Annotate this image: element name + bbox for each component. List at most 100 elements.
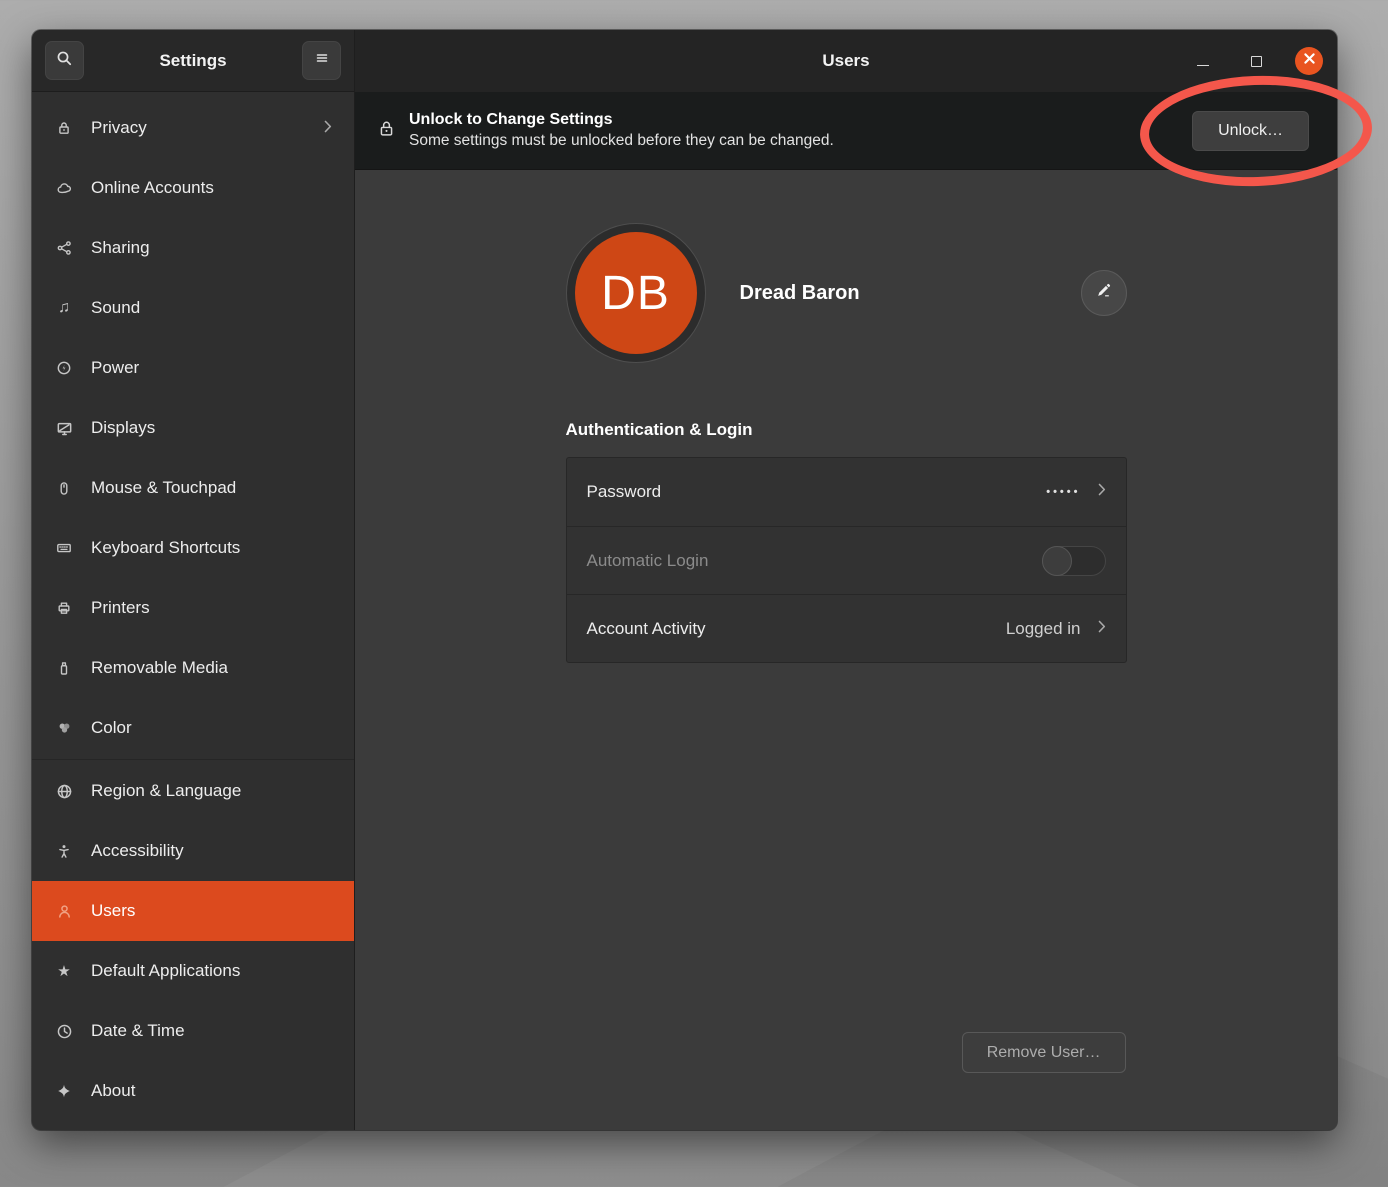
account-activity-value: Logged in [1006,619,1081,639]
sidebar-item-printers[interactable]: Printers [32,578,354,638]
sidebar-item-removable-media[interactable]: Removable Media [32,638,354,698]
pencil-icon [1095,282,1112,304]
sidebar-item-color[interactable]: Color [32,698,354,758]
sidebar-item-label: Color [91,718,132,738]
avatar: DB [566,223,706,363]
sidebar-item-date-time[interactable]: Date & Time [32,1001,354,1061]
unlock-banner: Unlock to Change Settings Some settings … [355,92,1337,170]
unlock-button[interactable]: Unlock… [1192,111,1309,151]
keyboard-icon [54,540,74,556]
sidebar-item-label: Printers [91,598,150,618]
sidebar-item-label: Removable Media [91,658,228,678]
search-icon [56,50,73,72]
sidebar-item-online-accounts[interactable]: Online Accounts [32,158,354,218]
automatic-login-label: Automatic Login [587,551,709,571]
menu-button[interactable] [302,41,341,80]
sidebar-item-privacy[interactable]: Privacy [32,98,354,158]
edit-name-button[interactable] [1081,270,1127,316]
automatic-login-row: Automatic Login [567,526,1126,594]
power-icon [54,360,74,376]
mouse-icon [54,480,74,497]
usb-drive-icon [54,660,74,677]
titlebar: Users [355,30,1337,92]
accessibility-icon [54,843,74,860]
sidebar-item-sharing[interactable]: Sharing [32,218,354,278]
cloud-icon [54,180,74,196]
sparkle-icon [54,1083,74,1099]
sidebar-item-users[interactable]: Users [32,881,354,941]
main-panel: Users Unlock to Change Setti [355,30,1337,1130]
account-activity-right: Logged in [1006,619,1106,639]
sidebar-separator [32,759,354,760]
remove-user-button[interactable]: Remove User… [962,1032,1126,1073]
hamburger-icon [314,50,330,71]
sidebar-item-region-language[interactable]: Region & Language [32,761,354,821]
sidebar-item-label: Mouse & Touchpad [91,478,236,498]
sidebar-item-power[interactable]: Power [32,338,354,398]
sidebar: Settings Privacy [32,30,355,1130]
sidebar-item-label: Power [91,358,139,378]
search-button[interactable] [45,41,84,80]
banner-text: Unlock to Change Settings Some settings … [409,109,834,152]
account-activity-row[interactable]: Account Activity Logged in [567,594,1126,662]
maximize-icon [1251,56,1262,67]
music-note-icon: ♫ [54,300,74,316]
chevron-right-icon [1098,620,1106,638]
sidebar-list: Privacy Online Accounts [32,92,354,1130]
chevron-right-icon [324,118,332,138]
minimize-icon [1197,65,1209,66]
users-content: DB Dread Baron Authentication & Login [355,170,1337,1130]
sidebar-header: Settings [32,30,354,92]
chevron-right-icon [1098,483,1106,501]
sidebar-item-label: Sharing [91,238,150,258]
sidebar-item-label: About [91,1081,135,1101]
automatic-login-toggle[interactable] [1042,546,1106,576]
content-column: DB Dread Baron Authentication & Login [566,170,1127,1130]
share-icon [54,240,74,256]
avatar-initials: DB [575,232,697,354]
lock-icon [54,120,74,136]
users-icon [54,903,74,920]
auth-card: Password ••••• Automatic Login [566,457,1127,663]
display-icon [54,420,74,437]
sidebar-item-label: Keyboard Shortcuts [91,538,240,558]
globe-icon [54,783,74,800]
toggle-knob [1042,546,1072,576]
sidebar-item-label: Date & Time [91,1021,185,1041]
sidebar-item-displays[interactable]: Displays [32,398,354,458]
sidebar-item-label: Accessibility [91,841,184,861]
clock-icon [54,1023,74,1040]
account-activity-label: Account Activity [587,619,706,639]
password-right: ••••• [1046,483,1105,501]
sidebar-item-accessibility[interactable]: Accessibility [32,821,354,881]
settings-window: Settings Privacy [32,30,1337,1130]
auth-section-heading: Authentication & Login [566,420,1127,440]
sidebar-item-label: Sound [91,298,140,318]
sidebar-item-label: Online Accounts [91,178,214,198]
banner-subtitle: Some settings must be unlocked before th… [409,131,834,152]
sidebar-item-label: Region & Language [91,781,241,801]
automatic-login-right [1042,546,1106,576]
sidebar-item-label: Displays [91,418,155,438]
minimize-button[interactable] [1189,47,1217,75]
profile-row: DB Dread Baron [566,170,1127,363]
lock-icon [377,119,396,143]
close-icon [1303,52,1316,70]
close-button[interactable] [1295,47,1323,75]
sidebar-item-keyboard-shortcuts[interactable]: Keyboard Shortcuts [32,518,354,578]
color-circles-icon [54,720,74,736]
banner-title: Unlock to Change Settings [409,109,834,131]
user-full-name: Dread Baron [740,282,860,305]
sidebar-item-default-applications[interactable]: ★ Default Applications [32,941,354,1001]
maximize-button[interactable] [1242,47,1270,75]
sidebar-item-label: Default Applications [91,961,240,981]
sidebar-item-label: Privacy [91,118,147,138]
sidebar-item-sound[interactable]: ♫ Sound [32,278,354,338]
password-dots: ••••• [1046,486,1080,498]
password-label: Password [587,482,662,502]
password-row[interactable]: Password ••••• [567,458,1126,526]
printer-icon [54,600,74,616]
star-icon: ★ [54,964,74,979]
sidebar-item-mouse-touchpad[interactable]: Mouse & Touchpad [32,458,354,518]
sidebar-item-about[interactable]: About [32,1061,354,1121]
